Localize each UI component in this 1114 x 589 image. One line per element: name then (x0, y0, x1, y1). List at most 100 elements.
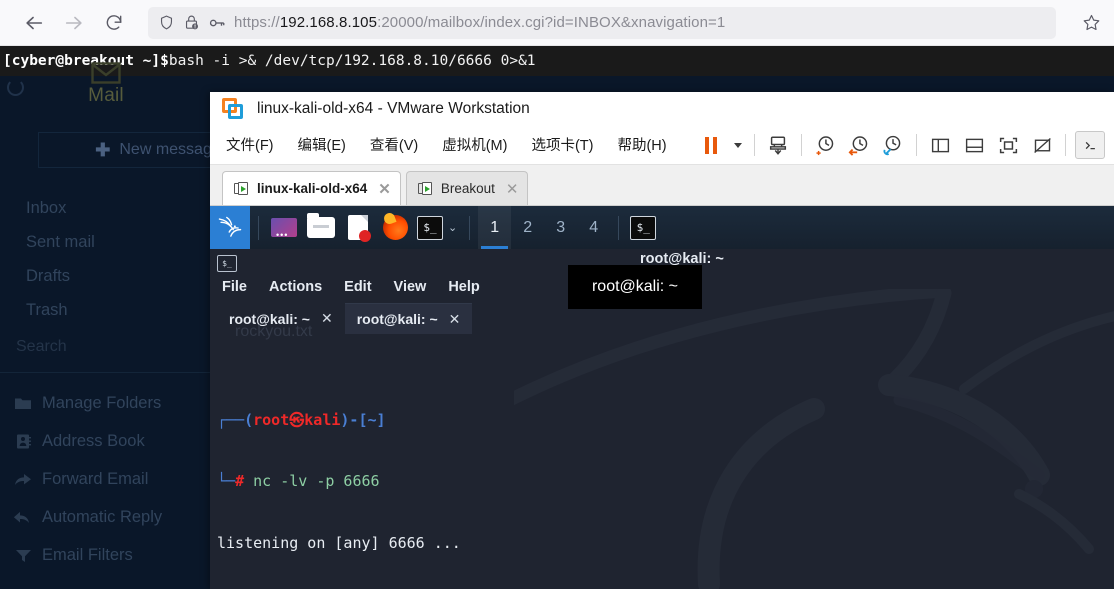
workspace-4[interactable]: 4 (577, 206, 610, 249)
search-label[interactable]: Search (16, 338, 67, 356)
reload-icon[interactable] (94, 6, 134, 40)
terminal-menu-actions[interactable]: Actions (269, 279, 322, 295)
vmware-logo-icon (222, 97, 244, 120)
menu-vm[interactable]: 虚拟机(M) (442, 134, 507, 155)
address-bar[interactable]: https://192.168.8.105:20000/mailbox/inde… (148, 6, 1056, 39)
lock-warning-icon (183, 14, 200, 31)
sidebar-item-label: Automatic Reply (42, 507, 163, 526)
close-icon[interactable]: ✕ (321, 310, 333, 327)
menu-help[interactable]: 帮助(H) (617, 134, 666, 155)
take-snapshot-button[interactable] (808, 128, 842, 162)
sidebar-item-email-filters[interactable]: Email Filters (14, 536, 214, 574)
pause-dropdown-button[interactable] (728, 128, 748, 162)
revert-snapshot-button[interactable] (842, 128, 876, 162)
mail-tools-list: Manage Folders Address Book Forward Emai… (14, 384, 214, 574)
file-manager-icon[interactable] (304, 212, 338, 244)
terminal-window-icon[interactable]: $_ (625, 212, 662, 253)
sidebar-item-manage-folders[interactable]: Manage Folders (14, 384, 214, 422)
workspace-2[interactable]: 2 (511, 206, 544, 249)
menu-file[interactable]: 文件(F) (226, 134, 274, 155)
sidebar-item-label: Address Book (42, 431, 145, 450)
browser-toolbar: https://192.168.8.105:20000/mailbox/inde… (0, 0, 1114, 46)
sidebar-item-trash[interactable]: Trash (26, 293, 211, 327)
workspace-1[interactable]: 1 (478, 206, 512, 249)
sidebar-item-automatic-reply[interactable]: Automatic Reply (14, 498, 214, 536)
menu-edit[interactable]: 编辑(E) (298, 134, 346, 155)
show-desktop-icon[interactable] (267, 212, 301, 244)
kali-dragon-menu-icon[interactable] (210, 206, 250, 249)
console-view-button[interactable] (1075, 131, 1105, 159)
menu-view[interactable]: 查看(V) (370, 134, 418, 155)
terminal-menu-file[interactable]: File (222, 279, 247, 295)
key-icon (208, 14, 226, 32)
forward-arrow-icon[interactable] (54, 6, 94, 40)
vm-icon (417, 181, 433, 196)
terminal-tab-2[interactable]: root@kali: ~ ✕ (344, 303, 473, 334)
close-icon[interactable]: ✕ (378, 180, 391, 198)
sidebar-item-address-book[interactable]: Address Book (14, 422, 214, 460)
terminal-command: nc -lv -p 6666 (253, 472, 380, 490)
url-text: https://192.168.8.105:20000/mailbox/inde… (234, 14, 726, 31)
terminal-prompt-line: ┌──(root㉿kali)-[~] (217, 410, 386, 429)
pause-vm-button[interactable] (694, 128, 728, 162)
terminal-output[interactable]: rockyou.txt ┌──(root㉿kali)-[~] └─# nc -l… (210, 323, 1114, 589)
workspace-3[interactable]: 3 (544, 206, 577, 249)
bookmark-star-icon[interactable] (1068, 6, 1114, 40)
sidebar-item-label: Manage Folders (42, 393, 162, 412)
kali-taskbar: $_ ⌄ 1 2 3 4 $_ (210, 206, 1114, 253)
vmware-menu-bar: 文件(F) 编辑(E) 查看(V) 虚拟机(M) 选项卡(T) 帮助(H) (210, 125, 1114, 165)
vm-tab-label: Breakout (440, 181, 495, 196)
folder-icon (14, 397, 32, 410)
vm-tab-breakout[interactable]: Breakout ✕ (405, 171, 529, 205)
snapshot-manager-button[interactable] (876, 128, 910, 162)
suspend-icon (769, 136, 787, 155)
mail-sidebar: Mail ✚ New message Inbox Sent mail Draft… (0, 62, 278, 589)
terminal-icon[interactable]: $_ (415, 212, 445, 244)
fullscreen-button[interactable] (991, 128, 1025, 162)
vmware-title-bar[interactable]: linux-kali-old-x64 - VMware Workstation (210, 92, 1114, 125)
sidebar-item-forward-email[interactable]: Forward Email (14, 460, 214, 498)
toolbar-divider (801, 134, 802, 156)
mail-header: Mail (0, 62, 212, 107)
sidebar-item-inbox[interactable]: Inbox (26, 191, 211, 225)
mail-folder-list: Inbox Sent mail Drafts Trash (26, 191, 211, 327)
chevron-down-icon[interactable]: ⌄ (448, 221, 457, 234)
close-icon[interactable]: ✕ (449, 311, 461, 328)
prompt-path: [~] (358, 410, 386, 429)
text-editor-icon[interactable] (341, 212, 375, 244)
vm-tab-linux-kali-old-x64[interactable]: linux-kali-old-x64 ✕ (222, 171, 401, 205)
envelope-icon (91, 62, 121, 84)
vmware-tab-strip: linux-kali-old-x64 ✕ Breakout ✕ (210, 165, 1114, 206)
toolbar-divider (754, 134, 755, 156)
firefox-icon[interactable] (378, 212, 412, 244)
page-title: Mail (88, 85, 124, 106)
panel-left-icon (931, 138, 949, 152)
sidebar-item-sent-mail[interactable]: Sent mail (26, 225, 211, 259)
taskbar-divider (258, 215, 259, 240)
close-icon[interactable]: ✕ (506, 180, 519, 198)
sidebar-item-drafts[interactable]: Drafts (26, 259, 211, 293)
chevron-down-icon (734, 142, 742, 148)
panel-bottom-icon (965, 138, 983, 152)
terminal-menu-edit[interactable]: Edit (344, 279, 371, 295)
snapshot-revert-icon (848, 136, 868, 156)
terminal-tab-label: root@kali: ~ (356, 311, 438, 327)
pause-icon (704, 136, 718, 154)
menu-tabs[interactable]: 选项卡(T) (531, 134, 593, 155)
prompt-hash: # (235, 472, 245, 490)
terminal-watermark-text: rockyou.txt (235, 323, 313, 340)
terminal-tab-tooltip: root@kali: ~ (568, 265, 702, 309)
fullscreen-icon (999, 137, 1017, 153)
address-book-icon (14, 434, 32, 449)
vmware-window-title: linux-kali-old-x64 - VMware Workstation (257, 99, 530, 117)
terminal-menu-view[interactable]: View (394, 279, 427, 295)
terminal-output-line: listening on [any] 6666 ... (217, 533, 461, 552)
suspend-vm-button[interactable] (761, 128, 795, 162)
terminal-command-line: └─# nc -lv -p 6666 (217, 472, 380, 490)
show-thumbnail-bar-button[interactable] (957, 128, 991, 162)
show-library-button[interactable] (923, 128, 957, 162)
prompt-host: kali (304, 410, 341, 429)
unity-mode-button[interactable] (1025, 128, 1059, 162)
terminal-menu-help[interactable]: Help (448, 279, 479, 295)
back-arrow-icon[interactable] (14, 6, 54, 40)
